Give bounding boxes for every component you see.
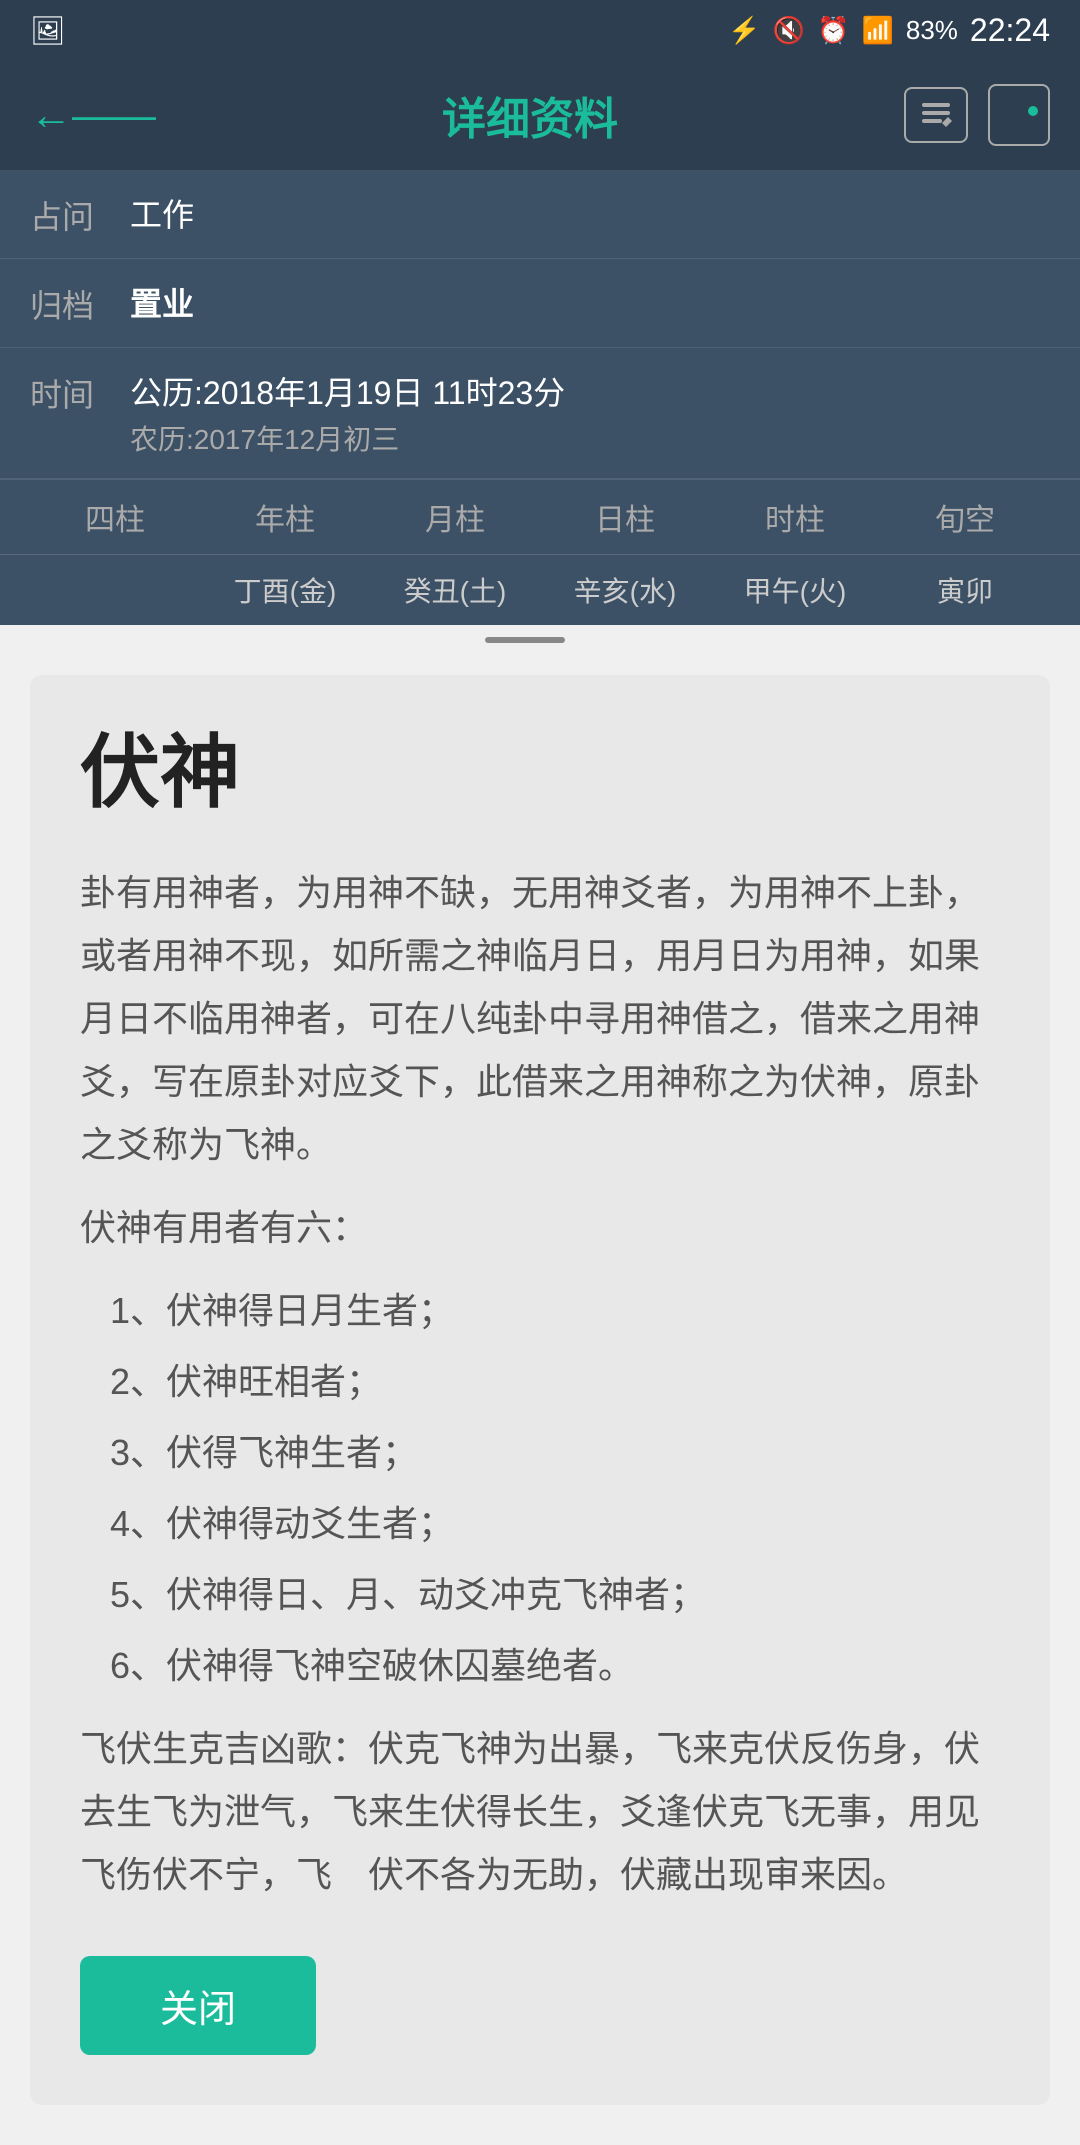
col-xunkong: 旬空: [880, 495, 1050, 539]
time-lunar: 农历:2017年12月初三: [130, 418, 1050, 458]
info-panel: 占问 工作 归档 置业 时间 公历:2018年1月19日 11时23分 农历:2…: [0, 170, 1080, 625]
edit-button[interactable]: [904, 87, 968, 143]
info-row-time: 时间 公历:2018年1月19日 11时23分 农历:2017年12月初三: [0, 348, 1080, 479]
time-value: 公历:2018年1月19日 11时23分 农历:2017年12月初三: [130, 368, 1050, 458]
page-title: 详细资料: [442, 83, 618, 147]
close-btn-container: 关闭: [80, 1956, 1000, 2055]
time-solar: 公历:2018年1月19日 11时23分: [130, 375, 565, 411]
bluetooth-icon: ⚡: [728, 15, 760, 46]
article-list: 1、伏神得日月生者； 2、伏神旺相者； 3、伏得飞神生者； 4、伏神得动爻生者；…: [110, 1279, 1000, 1697]
cell-year: 丁酉(金): [200, 570, 370, 610]
edit-icon: [918, 97, 954, 133]
col-sizhu: 四柱: [30, 495, 200, 539]
article-closing: 飞伏生克吉凶歌：伏克飞神为出暴，飞来克伏反伤身，伏去生飞为泄气，飞来生伏得长生，…: [80, 1717, 1000, 1906]
question-value: 工作: [130, 190, 1050, 236]
info-row-question: 占问 工作: [0, 170, 1080, 259]
info-row-archive: 归档 置业: [0, 259, 1080, 348]
content-area: 伏神 卦有用神者，为用神不缺，无用神爻者，为用神不上卦，或者用神不现，如所需之神…: [0, 655, 1080, 2145]
archive-value: 置业: [130, 279, 1050, 325]
list-item-2: 2、伏神旺相者；: [110, 1350, 1000, 1413]
question-label: 占问: [30, 190, 130, 238]
status-time: 22:24: [970, 12, 1050, 49]
article-para-2: 伏神有用者有六：: [80, 1196, 1000, 1259]
divider: [485, 637, 565, 643]
article-body: 卦有用神者，为用神不缺，无用神爻者，为用神不上卦，或者用神不现，如所需之神临月日…: [80, 861, 1000, 1906]
battery-text: 83%: [906, 15, 958, 46]
status-right: ⚡ 🔇 ⏰ 📶 83% 22:24: [728, 12, 1050, 49]
back-arrow-icon: ←——: [30, 91, 156, 139]
article-para-1: 卦有用神者，为用神不缺，无用神爻者，为用神不上卦，或者用神不现，如所需之神临月日…: [80, 861, 1000, 1176]
list-item-6: 6、伏神得飞神空破休囚墓绝者。: [110, 1634, 1000, 1697]
mute-icon: 🔇: [773, 15, 805, 46]
status-bar: 🖼 ⚡ 🔇 ⏰ 📶 83% 22:24: [0, 0, 1080, 60]
cell-xunkong: 寅卯: [880, 570, 1050, 610]
list-item-1: 1、伏神得日月生者；: [110, 1279, 1000, 1342]
list-item-5: 5、伏神得日、月、动爻冲克飞神者；: [110, 1563, 1000, 1626]
status-left: 🖼: [30, 14, 66, 47]
article-card: 伏神 卦有用神者，为用神不缺，无用神爻者，为用神不上卦，或者用神不现，如所需之神…: [30, 675, 1050, 2105]
col-rizhu: 日柱: [540, 495, 710, 539]
col-yuezhu: 月柱: [370, 495, 540, 539]
photo-icon: 🖼: [30, 14, 66, 47]
archive-label: 归档: [30, 279, 130, 327]
divider-container: [0, 625, 1080, 655]
cell-day: 辛亥(水): [540, 570, 710, 610]
cell-month: 癸丑(土): [370, 570, 540, 610]
table-header: 四柱 年柱 月柱 日柱 时柱 旬空: [0, 479, 1080, 554]
close-button[interactable]: 关闭: [80, 1956, 316, 2055]
time-label: 时间: [30, 368, 130, 416]
cell-hour: 甲午(火): [710, 570, 880, 610]
col-shizhu: 时柱: [710, 495, 880, 539]
back-button[interactable]: ←——: [30, 91, 156, 139]
list-item-3: 3、伏得飞神生者；: [110, 1421, 1000, 1484]
alarm-icon: ⏰: [817, 15, 849, 46]
nav-actions: [904, 84, 1050, 146]
wifi-icon: 📶: [862, 15, 894, 46]
nav-bar: ←—— 详细资料: [0, 60, 1080, 170]
grid-button[interactable]: [988, 84, 1050, 146]
col-nianzhu: 年柱: [200, 495, 370, 539]
list-item-4: 4、伏神得动爻生者；: [110, 1492, 1000, 1555]
cell-empty: [30, 570, 200, 610]
article-title: 伏神: [80, 725, 1000, 821]
table-row-preview: 丁酉(金) 癸丑(土) 辛亥(水) 甲午(火) 寅卯: [0, 554, 1080, 625]
